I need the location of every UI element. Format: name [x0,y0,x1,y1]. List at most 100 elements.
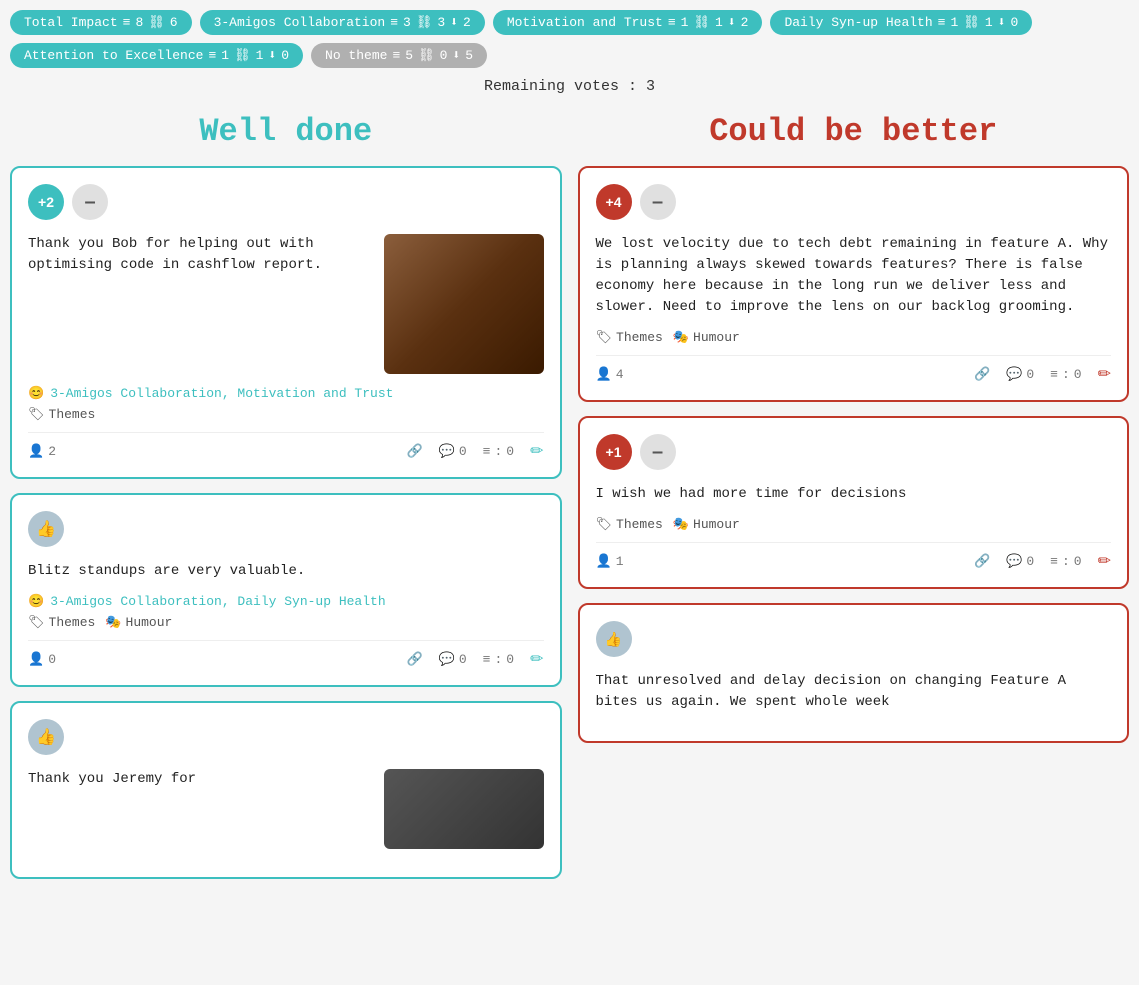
person-count: 4 [616,367,624,382]
footer-list: ≡ : 0 [483,652,514,667]
edit-button[interactable]: ✏ [530,649,543,669]
card-top: 👍 [28,719,544,755]
card-themes-line: 😊 3-Amigos Collaboration, Motivation and… [28,386,544,401]
person-icon: 👤 [28,444,44,459]
link-icon: 🔗 [406,444,422,459]
card-footer: 👤 1 🔗 💬 0 ≡ : 0 ✏ [596,542,1112,571]
thumb-button[interactable]: 👍 [28,719,64,755]
card-tag-themes: 🏷 Themes [28,407,95,422]
tag-name: Humour [126,615,173,630]
footer-link: 🔗 [406,444,422,459]
down-icon: ⬇ [998,15,1006,30]
smiley-icon: 😊 [28,594,44,609]
comment-count: 0 [459,444,467,459]
card-better-1: +4 – We lost velocity due to tech debt r… [578,166,1130,402]
card-tags-line: 🏷 Themes 🎭 Humour [28,615,544,630]
tag-label-icon: 🏷 [596,330,613,345]
card-top: 👍 [28,511,544,547]
card-well-1: +2 – Thank you Bob for helping out with … [10,166,562,479]
card-better-2: +1 – I wish we had more time for decisio… [578,416,1130,589]
chain-icon: ⛓ [418,48,435,63]
tag-down-count: 2 [463,15,471,30]
tag-label: Total Impact [24,15,118,30]
tag-layers-count: 3 [403,15,411,30]
card-text: Thank you Bob for helping out with optim… [28,234,372,374]
tag-name: Themes [49,407,96,422]
chain-icon: ⛓ [416,15,433,30]
upvote-button[interactable]: +2 [28,184,64,220]
card-text: Thank you Jeremy for [28,769,372,849]
tag-motivation[interactable]: Motivation and Trust ≡ 1 ⛓ 1 ⬇ 2 [493,10,763,35]
layers-icon: ≡ [668,15,676,30]
tag-3amigos[interactable]: 3-Amigos Collaboration ≡ 3 ⛓ 3 ⬇ 2 [200,10,485,35]
down-icon: ⬇ [268,48,276,63]
tag-down-count: 5 [465,48,473,63]
card-footer: 👤 0 🔗 💬 0 ≡ : 0 ✏ [28,640,544,669]
thumb-button[interactable]: 👍 [28,511,64,547]
comment-icon: 💬 [1006,554,1022,569]
mask-icon: 🎭 [105,615,121,630]
card-body: Thank you Bob for helping out with optim… [28,234,544,374]
edit-button[interactable]: ✏ [1098,551,1111,571]
comment-icon: 💬 [439,444,455,459]
tag-name: Themes [616,330,663,345]
comment-icon: 💬 [1006,367,1022,382]
comment-icon: 💬 [439,652,455,667]
card-tag-humour: 🎭 Humour [673,330,740,345]
card-text: Blitz standups are very valuable. [28,561,544,582]
card-well-2: 👍 Blitz standups are very valuable. 😊 3-… [10,493,562,687]
footer-person: 👤 1 [596,554,624,569]
person-count: 0 [48,652,56,667]
person-icon: 👤 [596,554,612,569]
layers-icon: ≡ [938,15,946,30]
card-tag-themes: 🏷 Themes [28,615,95,630]
themes-text: 3-Amigos Collaboration, Daily Syn-up Hea… [50,594,385,609]
card-footer: 👤 4 🔗 💬 0 ≡ : 0 ✏ [596,355,1112,384]
downvote-button[interactable]: – [640,184,676,220]
footer-list: ≡ : 0 [1050,367,1081,382]
downvote-button[interactable]: – [640,434,676,470]
edit-button[interactable]: ✏ [1098,364,1111,384]
down-icon: ⬇ [450,15,458,30]
chain-icon: ⛓ [963,15,980,30]
footer-person: 👤 0 [28,652,56,667]
card-tags-line: 🏷 Themes [28,407,544,422]
footer-link: 🔗 [406,652,422,667]
card-body: Blitz standups are very valuable. [28,561,544,582]
smiley-icon: 😊 [28,386,44,401]
footer-person: 👤 2 [28,444,56,459]
layers-icon: ≡ [208,48,216,63]
tag-label: No theme [325,48,387,63]
tag-daily-sync[interactable]: Daily Syn-up Health ≡ 1 ⛓ 1 ⬇ 0 [770,10,1032,35]
list-icon: ≡ [1050,554,1058,569]
downvote-button[interactable]: – [72,184,108,220]
mask-icon: 🎭 [673,517,689,532]
thumb-button[interactable]: 👍 [596,621,632,657]
comment-count: 0 [1026,554,1034,569]
tag-no-theme[interactable]: No theme ≡ 5 ⛓ 0 ⬇ 5 [311,43,487,68]
card-tags-line: 🏷 Themes 🎭 Humour [596,517,1112,532]
footer-person: 👤 4 [596,367,624,382]
list-icon: ≡ [1050,367,1058,382]
tag-layers-count: 1 [681,15,689,30]
tag-down-count: 0 [1010,15,1018,30]
tag-attention[interactable]: Attention to Excellence ≡ 1 ⛓ 1 ⬇ 0 [10,43,303,68]
link-icon: 🔗 [974,367,990,382]
layers-icon: ≡ [390,15,398,30]
tag-chain-count: 1 [985,15,993,30]
card-top: +2 – [28,184,544,220]
card-better-3: 👍 That unresolved and delay decision on … [578,603,1130,743]
tag-label: Daily Syn-up Health [784,15,932,30]
footer-comment: 💬 0 [439,444,467,459]
tag-total-impact[interactable]: Total Impact ≡ 8 ⛓ 6 [10,10,192,35]
upvote-button[interactable]: +1 [596,434,632,470]
down-icon: ⬇ [452,48,460,63]
card-text: I wish we had more time for decisions [596,484,1112,505]
edit-button[interactable]: ✏ [530,441,543,461]
upvote-button[interactable]: +4 [596,184,632,220]
down-icon: ⬇ [728,15,736,30]
tag-name: Humour [693,330,740,345]
tag-layers-count: 8 [135,15,143,30]
comment-count: 0 [1026,367,1034,382]
tag-name: Themes [49,615,96,630]
